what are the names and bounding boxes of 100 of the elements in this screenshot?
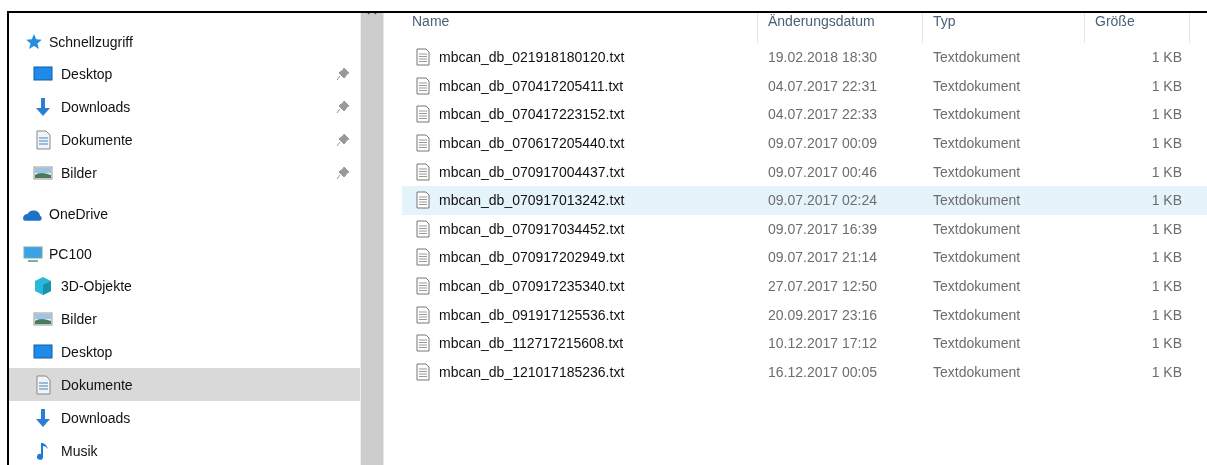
- file-row[interactable]: mbcan_db_070917202949.txt 09.07.2017 21:14 Textdokument 1 KB: [402, 243, 1207, 272]
- size-cell-text: 1 KB: [1150, 306, 1183, 323]
- sidebar-section[interactable]: Schnellzugriff: [9, 27, 360, 57]
- item-label: Desktop: [61, 343, 114, 360]
- file-name: mbcan_db_091917125536.txt: [439, 306, 625, 323]
- file-row[interactable]: mbcan_db_091917125536.txt 20.09.2017 23:16 Textdokument 1 KB: [402, 300, 1207, 329]
- type-cell-text: Textdokument: [932, 306, 1022, 323]
- date-cell-text: 09.07.2017 00:09: [767, 135, 878, 152]
- item-label: Musik: [61, 442, 99, 459]
- file-row[interactable]: mbcan_db_112717215608.txt 10.12.2017 17:12 Textdokument 1 KB: [402, 328, 1207, 358]
- sidebar-item[interactable]: Dokumente: [9, 368, 360, 401]
- column-header[interactable]: Größe: [1085, 13, 1190, 43]
- monitor-icon: [33, 63, 53, 84]
- pin-icon[interactable]: [336, 66, 350, 81]
- pin-icon[interactable]: [336, 165, 350, 180]
- cube-icon: [33, 275, 53, 296]
- size-cell-text: 1 KB: [1150, 220, 1183, 237]
- type-cell-text: Textdokument: [932, 249, 1022, 266]
- down-arrow-icon: [33, 96, 53, 117]
- file-name: mbcan_db_070417205411.txt: [439, 77, 624, 94]
- column-header[interactable]: Typ: [923, 13, 1085, 43]
- type-cell-text: Textdokument: [932, 335, 1022, 352]
- type-cell-text: Textdokument: [932, 278, 1022, 295]
- monitor-icon: [33, 341, 53, 362]
- text-file-icon: [416, 219, 430, 238]
- computer-icon: [23, 244, 43, 264]
- sidebar-item[interactable]: Desktop: [9, 335, 360, 368]
- size-cell-text: 1 KB: [1150, 278, 1183, 295]
- sidebar-item[interactable]: 3D-Objekte: [9, 269, 360, 302]
- column-header[interactable]: Name: [402, 13, 758, 43]
- sidebar-item[interactable]: Desktop: [9, 57, 360, 90]
- file-name: mbcan_db_070917034452.txt: [439, 220, 625, 237]
- date-cell-text: 16.12.2017 00:05: [767, 363, 878, 380]
- type-cell-text: Textdokument: [932, 106, 1022, 123]
- date-cell-text: 09.07.2017 02:24: [767, 192, 878, 209]
- sidebar-section[interactable]: PC100: [9, 239, 360, 269]
- file-name: mbcan_db_112717215608.txt: [439, 335, 624, 352]
- file-row[interactable]: mbcan_db_070917034452.txt 09.07.2017 16:39 Textdokument 1 KB: [402, 214, 1207, 244]
- size-cell-text: 1 KB: [1150, 192, 1183, 209]
- size-cell-text: 1 KB: [1150, 106, 1183, 123]
- date-cell-text: 04.07.2017 22:31: [767, 77, 878, 94]
- file-name: mbcan_db_070417223152.txt: [439, 106, 625, 123]
- cloud-icon: [23, 207, 43, 221]
- sidebar-item[interactable]: Musik: [9, 434, 360, 465]
- text-file-icon: [416, 334, 430, 353]
- text-file-icon: [416, 305, 430, 324]
- sidebar-item[interactable]: Downloads: [9, 401, 360, 434]
- file-name: mbcan_db_121017185236.txt: [439, 363, 625, 380]
- type-cell-text: Textdokument: [932, 363, 1022, 380]
- date-cell-text: 10.12.2017 17:12: [767, 335, 878, 352]
- document-icon: [33, 374, 53, 395]
- file-name: mbcan_db_070917202949.txt: [439, 249, 625, 266]
- date-cell-text: 19.02.2018 18:30: [767, 49, 878, 66]
- text-file-icon: [416, 134, 430, 153]
- pin-icon[interactable]: [336, 132, 350, 147]
- item-label: Dokumente: [61, 376, 134, 393]
- item-label: Bilder: [61, 310, 98, 327]
- text-file-icon: [416, 162, 430, 181]
- sidebar-item[interactable]: Dokumente: [9, 123, 360, 156]
- text-file-icon: [416, 76, 430, 95]
- file-row[interactable]: mbcan_db_070417223152.txt 04.07.2017 22:33 Textdokument 1 KB: [402, 100, 1207, 129]
- pin-icon[interactable]: [336, 99, 350, 114]
- file-name: mbcan_db_070917235340.txt: [439, 278, 625, 295]
- file-row[interactable]: mbcan_db_070617205440.txt 09.07.2017 00:09 Textdokument 1 KB: [402, 128, 1207, 158]
- scrollbar[interactable]: [360, 13, 383, 465]
- size-cell-text: 1 KB: [1150, 335, 1183, 352]
- file-name: mbcan_db_070917013242.txt: [439, 192, 625, 209]
- text-file-icon: [416, 48, 430, 67]
- date-cell-text: 20.09.2017 23:16: [767, 306, 878, 323]
- size-cell-text: 1 KB: [1150, 363, 1183, 380]
- size-cell-text: 1 KB: [1150, 77, 1183, 94]
- type-cell-text: Textdokument: [932, 49, 1022, 66]
- sidebar-item[interactable]: Bilder: [9, 302, 360, 335]
- sidebar-section[interactable]: OneDrive: [9, 199, 360, 229]
- item-label: Desktop: [61, 65, 114, 82]
- file-row[interactable]: mbcan_db_070917013242.txt 09.07.2017 02:24 Textdokument 1 KB: [402, 185, 1207, 215]
- file-row[interactable]: mbcan_db_070417205411.txt 04.07.2017 22:31 Textdokument 1 KB: [402, 71, 1207, 101]
- text-file-icon: [416, 277, 430, 296]
- file-row[interactable]: mbcan_db_121017185236.txt 16.12.2017 00:05 Textdokument 1 KB: [402, 357, 1207, 387]
- sidebar-item[interactable]: Downloads: [9, 90, 360, 123]
- file-name: mbcan_db_070617205440.txt: [439, 135, 625, 152]
- file-row[interactable]: mbcan_db_070917004437.txt 09.07.2017 00:46 Textdokument 1 KB: [402, 157, 1207, 186]
- item-label: Dokumente: [61, 131, 134, 148]
- down-arrow-icon: [33, 407, 53, 428]
- file-row[interactable]: mbcan_db_021918180120.txt 19.02.2018 18:30 Textdokument 1 KB: [402, 43, 1207, 72]
- date-cell-text: 09.07.2017 16:39: [767, 220, 878, 237]
- item-label: Downloads: [61, 98, 132, 115]
- sidebar-item[interactable]: Bilder: [9, 156, 360, 189]
- text-file-icon: [416, 191, 430, 210]
- text-file-icon: [416, 362, 430, 381]
- type-cell-text: Textdokument: [932, 192, 1022, 209]
- document-icon: [33, 129, 53, 150]
- item-label: Downloads: [61, 409, 132, 426]
- size-cell-text: 1 KB: [1150, 135, 1183, 152]
- text-file-icon: [416, 105, 430, 124]
- column-header[interactable]: Änderungsdatum: [758, 13, 923, 43]
- type-cell-text: Textdokument: [932, 77, 1022, 94]
- date-cell-text: 27.07.2017 12:50: [767, 278, 878, 295]
- size-cell-text: 1 KB: [1150, 49, 1183, 66]
- file-row[interactable]: mbcan_db_070917235340.txt 27.07.2017 12:50 Textdokument 1 KB: [402, 271, 1207, 301]
